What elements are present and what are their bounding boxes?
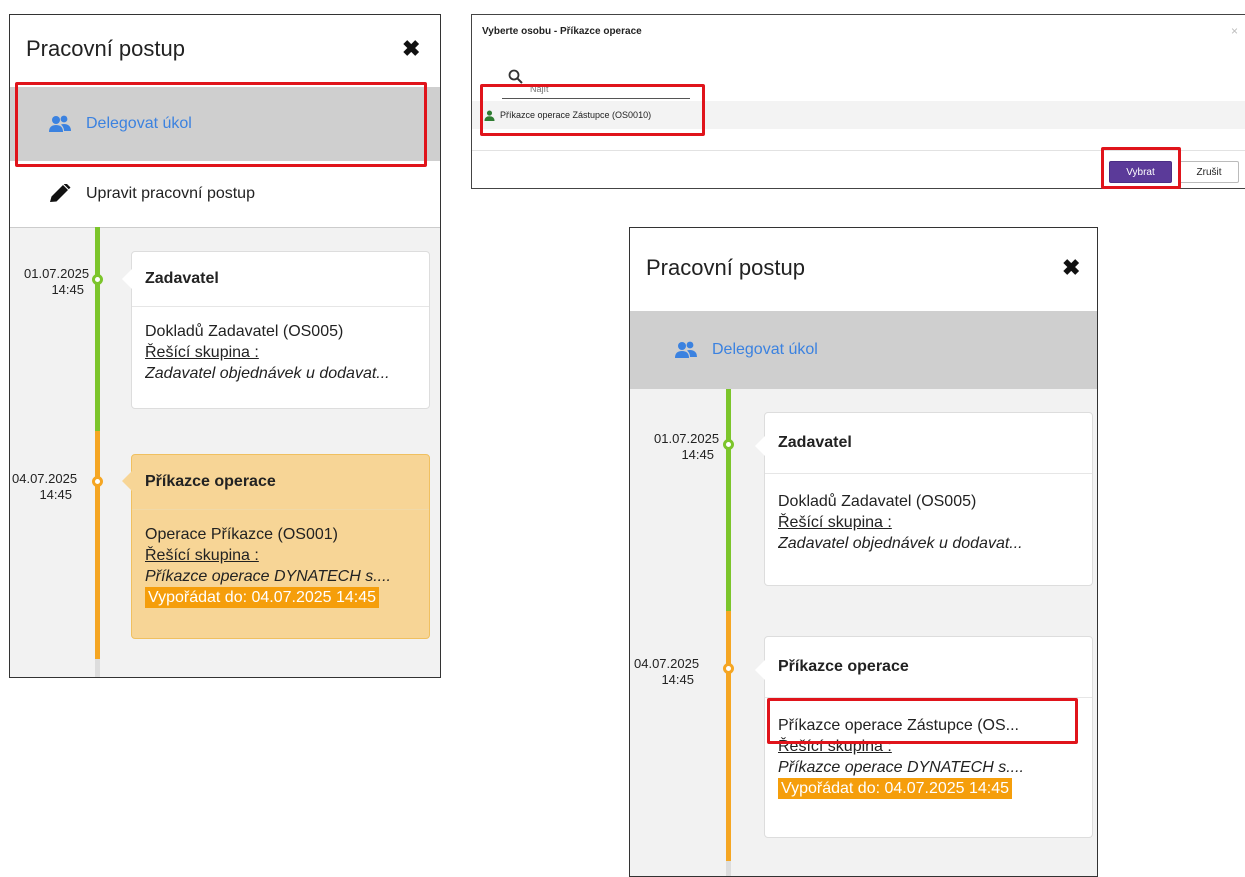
timeline-card-active[interactable]: Příkazce operace Operace Příkazce (OS001… bbox=[122, 454, 430, 639]
edit-workflow-label: Upravit pracovní postup bbox=[86, 185, 255, 202]
card-group-label: Řešící skupina : bbox=[145, 547, 259, 564]
timeline-line-future bbox=[95, 659, 100, 677]
timeline-line-done bbox=[726, 389, 731, 611]
card-title: Příkazce operace bbox=[765, 637, 1092, 698]
edit-workflow-button[interactable]: Upravit pracovní postup bbox=[10, 161, 440, 228]
timeline-dot-active bbox=[92, 476, 103, 487]
delegate-task-button[interactable]: Delegovat úkol bbox=[630, 311, 1097, 389]
close-icon[interactable]: × bbox=[1231, 24, 1238, 38]
panel-title: Pracovní postup bbox=[646, 255, 805, 280]
users-icon bbox=[49, 115, 71, 132]
card-group-value: Příkazce operace DYNATECH s.... bbox=[778, 759, 1024, 776]
timeline-card[interactable]: Zadavatel Dokladů Zadavatel (OS005) Řeší… bbox=[122, 251, 430, 409]
card-pointer bbox=[755, 436, 765, 456]
card-group-value: Příkazce operace DYNATECH s.... bbox=[145, 568, 391, 585]
card-title: Zadavatel bbox=[765, 413, 1092, 474]
timeline-line-done bbox=[95, 227, 100, 431]
search-icon bbox=[508, 69, 523, 84]
users-icon bbox=[675, 341, 697, 358]
workflow-panel-left: Pracovní postup ✖ Delegovat úkol Upravit… bbox=[9, 14, 441, 678]
delegate-task-label: Delegovat úkol bbox=[86, 115, 192, 132]
card-group-label: Řešící skupina : bbox=[145, 344, 259, 361]
select-person-dialog: Vyberte osobu - Příkazce operace × Příka… bbox=[471, 14, 1245, 189]
person-list-item[interactable]: Příkazce operace Zástupce (OS0010) bbox=[472, 101, 1245, 129]
panel-title: Pracovní postup bbox=[26, 36, 185, 61]
deadline-badge: Vypořádat do: 04.07.2025 14:45 bbox=[778, 778, 1013, 799]
panel-header: Pracovní postup ✖ bbox=[10, 15, 440, 87]
card-pointer bbox=[122, 269, 132, 289]
card-person: Operace Příkazce (OS001) bbox=[145, 526, 338, 543]
timeline-line-active bbox=[95, 431, 100, 659]
deadline-badge: Vypořádat do: 04.07.2025 14:45 bbox=[145, 587, 380, 608]
card-person: Dokladů Zadavatel (OS005) bbox=[778, 493, 977, 510]
timeline-date: 04.07.2025 14:45 bbox=[634, 656, 700, 687]
timeline-line-future bbox=[726, 861, 731, 876]
card-pointer bbox=[122, 471, 132, 491]
timeline-dot-done bbox=[723, 439, 734, 450]
card-person: Dokladů Zadavatel (OS005) bbox=[145, 323, 344, 340]
card-title: Příkazce operace bbox=[132, 455, 429, 510]
workflow-panel-right: Pracovní postup ✖ Delegovat úkol 01.07.2… bbox=[629, 227, 1098, 877]
cancel-button[interactable]: Zrušit bbox=[1179, 161, 1239, 183]
card-person: Příkazce operace Zástupce (OS... bbox=[778, 717, 1019, 734]
timeline-card[interactable]: Příkazce operace Příkazce operace Zástup… bbox=[755, 636, 1093, 838]
card-group-label: Řešící skupina : bbox=[778, 514, 892, 531]
timeline-date: 04.07.2025 14:45 bbox=[12, 471, 78, 502]
card-group-value: Zadavatel objednávek u dodavat... bbox=[145, 365, 390, 382]
close-icon[interactable]: ✖ bbox=[402, 38, 420, 60]
card-group-label: Řešící skupina : bbox=[778, 738, 892, 755]
dialog-title: Vyberte osobu - Příkazce operace bbox=[482, 26, 642, 37]
card-pointer bbox=[755, 660, 765, 680]
card-group-value: Zadavatel objednávek u dodavat... bbox=[778, 535, 1023, 552]
timeline-date: 01.07.2025 14:45 bbox=[654, 431, 720, 462]
delegate-task-label: Delegovat úkol bbox=[712, 341, 818, 358]
timeline-dot-done bbox=[92, 274, 103, 285]
delegate-task-button[interactable]: Delegovat úkol bbox=[10, 87, 440, 161]
dialog-divider bbox=[472, 150, 1245, 151]
search-input[interactable] bbox=[502, 67, 690, 99]
timeline-date: 01.07.2025 14:45 bbox=[24, 266, 90, 297]
select-button[interactable]: Vybrat bbox=[1109, 161, 1172, 183]
person-name: Příkazce operace Zástupce (OS0010) bbox=[500, 110, 652, 120]
card-title: Zadavatel bbox=[132, 252, 429, 307]
panel-header: Pracovní postup ✖ bbox=[630, 228, 1097, 311]
timeline-dot-active bbox=[723, 663, 734, 674]
timeline-card[interactable]: Zadavatel Dokladů Zadavatel (OS005) Řeší… bbox=[755, 412, 1093, 586]
user-icon bbox=[484, 109, 495, 121]
close-icon[interactable]: ✖ bbox=[1062, 257, 1080, 279]
pencil-icon bbox=[50, 184, 71, 202]
timeline-line-active bbox=[726, 611, 731, 861]
